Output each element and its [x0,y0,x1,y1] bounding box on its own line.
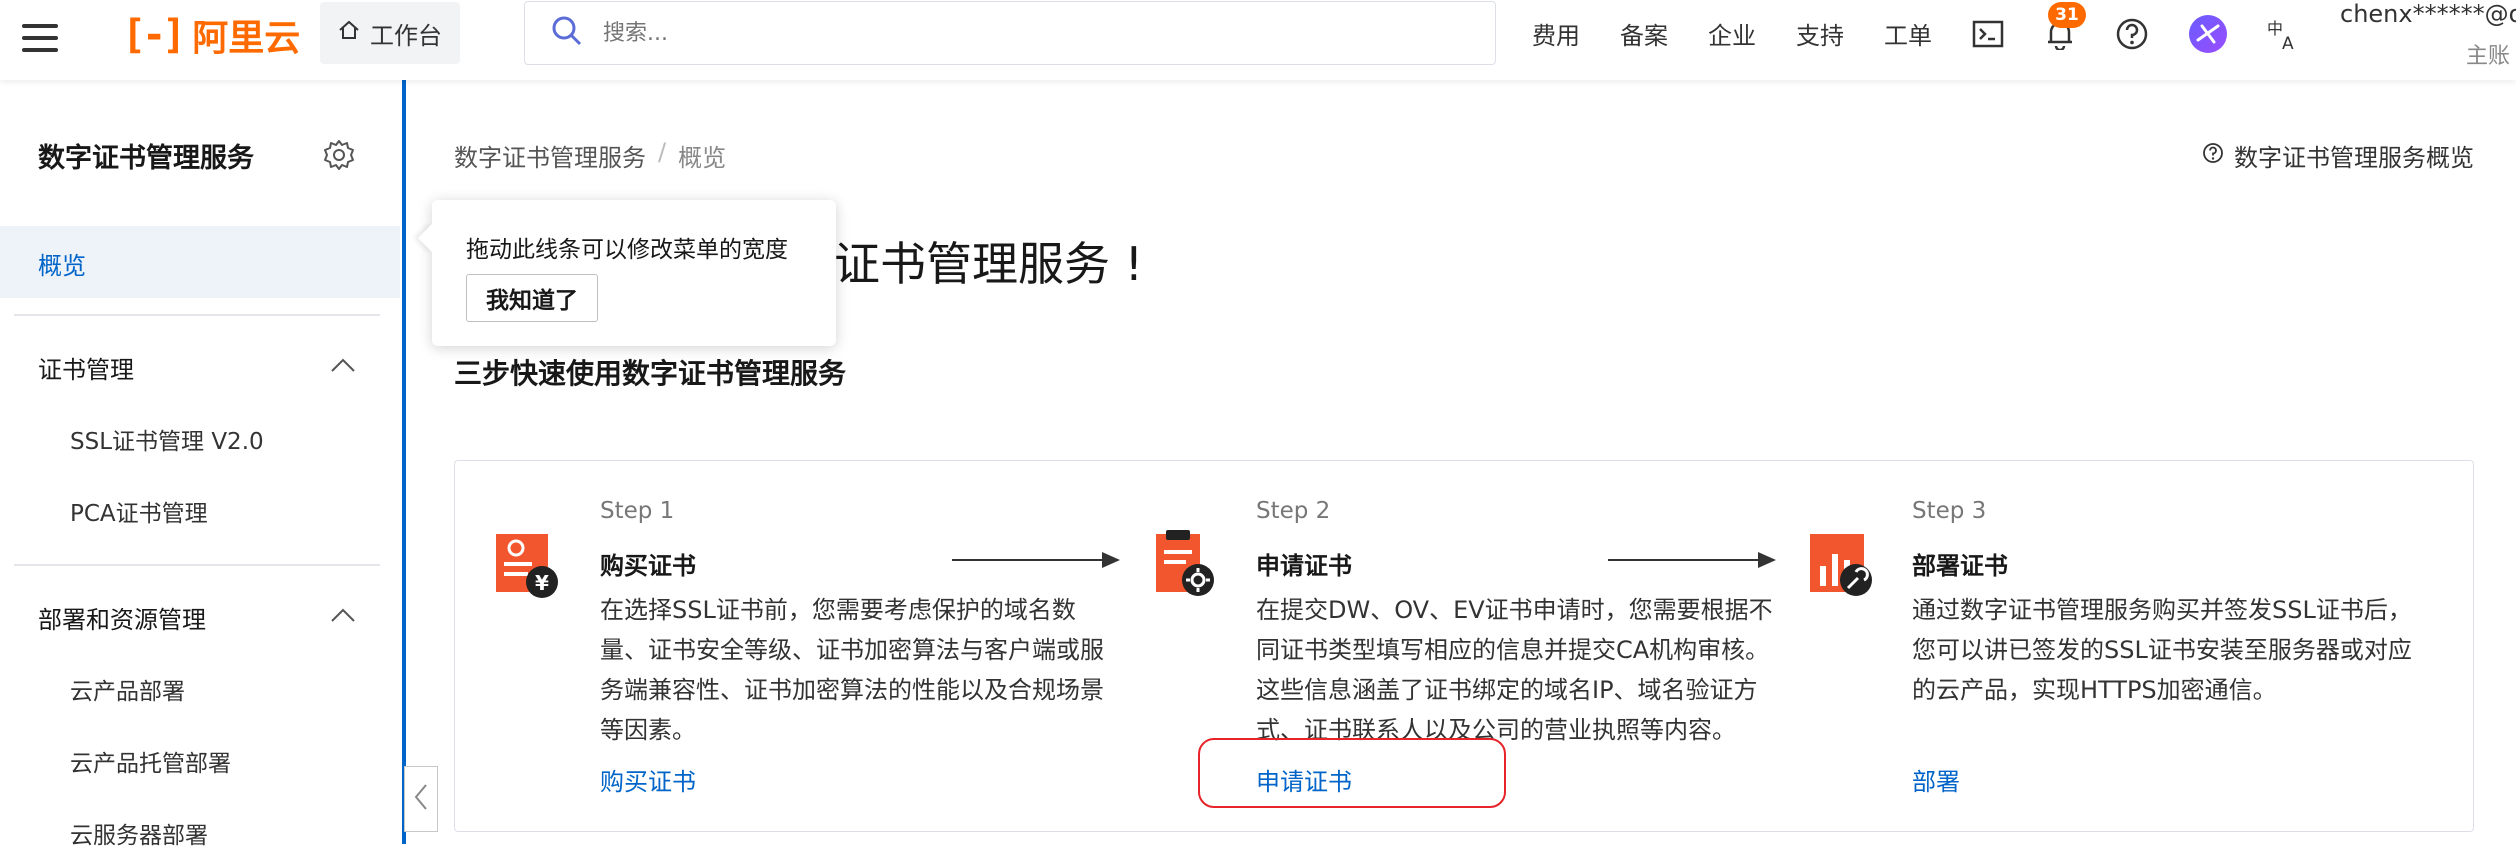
got-it-button[interactable]: 我知道了 [466,274,598,322]
tooltip-text: 拖动此线条可以修改菜单的宽度 [466,237,788,263]
search-input[interactable] [601,19,1461,47]
breadcrumb-separator: / [658,138,667,166]
deploy-cert-icon [1808,530,1876,602]
terminal-icon[interactable] [1968,14,2008,54]
step-1-label: Step 1 [600,498,675,524]
collapse-sidebar-button[interactable] [404,766,438,832]
step-2-description: 在提交DW、OV、EV证书申请时，您需要根据不同证书类型填写相应的信息并提交CA… [1256,596,1773,744]
step-3-description: 通过数字证书管理服务购买并签发SSL证书后，您可以讲已签发的SSL证书安装至服务… [1912,596,2412,704]
divider [14,314,380,316]
step-1-description: 在选择SSL证书前，您需要考虑保护的域名数量、证书安全等级、证书加密算法与客户端… [600,596,1104,744]
home-icon [338,19,360,47]
help-icon[interactable] [2112,14,2152,54]
nav-enterprise[interactable]: 企业 [1708,16,1756,51]
step-2-label: Step 2 [1256,498,1331,524]
step-2-title: 申请证书 [1256,552,1352,580]
sidebar-group-cert-management[interactable]: 证书管理 [38,350,134,385]
divider [14,564,380,566]
help-circle-icon [2202,142,2224,170]
settings-icon[interactable] [322,138,356,172]
nav-billing[interactable]: 费用 [1532,16,1580,51]
sidebar-title: 数字证书管理服务 [38,143,254,174]
sidebar-group-deploy-resources[interactable]: 部署和资源管理 [38,600,206,635]
deploy-link[interactable]: 部署 [1912,762,1960,797]
sidebar-item-label: 概览 [38,252,86,280]
chevron-up-icon[interactable] [330,356,356,374]
sidebar-item-pca-cert[interactable]: PCA证书管理 [70,494,208,528]
sidebar-item-cloud-product-deploy[interactable]: 云产品部署 [70,672,185,706]
nav-ticket[interactable]: 工单 [1884,16,1932,51]
breadcrumb: 数字证书管理服务 / 概览 [454,138,726,173]
svg-text:¥: ¥ [535,571,549,595]
highlight-annotation [1198,738,1506,808]
step-3-title: 部署证书 [1912,552,2008,580]
notification-badge: 31 [2048,2,2086,28]
sidebar: 数字证书管理服务 概览 证书管理 SSL证书管理 V2.0 PCA证书管理 部署… [0,80,400,849]
app-icon[interactable] [2188,14,2228,54]
step-1-title: 购买证书 [600,552,696,580]
chevron-up-icon[interactable] [330,606,356,624]
account-name[interactable]: chenx******@o... [2340,0,2516,28]
svg-text:A: A [2282,34,2294,51]
nav-support[interactable]: 支持 [1796,16,1844,51]
svg-text:中: 中 [2267,19,2283,38]
purchase-cert-link[interactable]: 购买证书 [600,762,696,797]
step-arrow [1608,550,1778,570]
steps-heading: 三步快速使用数字证书管理服务 [454,357,847,390]
step-3-label: Step 3 [1912,498,1987,524]
workbench-button[interactable]: 工作台 [320,2,460,64]
account-role: 主账 [2466,44,2511,69]
logo-mark: [-] [122,12,186,58]
help-link-label: 数字证书管理服务概览 [2234,144,2474,172]
nav-icp-filing[interactable]: 备案 [1620,16,1668,51]
step-arrow [952,550,1122,570]
sidebar-item-overview[interactable]: 概览 [0,226,400,298]
resize-hint-tooltip: 拖动此线条可以修改菜单的宽度 我知道了 [417,200,836,346]
purchase-cert-icon: ¥ [494,530,562,602]
search-icon [551,15,583,51]
tooltip-arrow [417,223,447,253]
search-bar[interactable] [524,1,1496,65]
breadcrumb-current: 概览 [678,144,727,172]
aliyun-logo[interactable]: [-] 阿里云 [122,12,301,59]
sidebar-item-ssl-cert[interactable]: SSL证书管理 V2.0 [70,422,264,456]
apply-cert-icon [1152,528,1220,600]
sidebar-resize-handle[interactable] [402,80,406,844]
chevron-left-icon [413,782,429,816]
sidebar-item-server-deploy[interactable]: 云服务器部署 [70,816,208,850]
logo-text: 阿里云 [192,18,301,59]
welcome-title: 证书管理服务 ! [834,237,1144,291]
translate-icon[interactable]: 中A [2264,14,2304,54]
sidebar-item-managed-deploy[interactable]: 云产品托管部署 [70,744,231,778]
workbench-label: 工作台 [370,21,442,50]
breadcrumb-root[interactable]: 数字证书管理服务 [454,138,646,173]
menu-icon[interactable] [18,16,62,60]
service-overview-link[interactable]: 数字证书管理服务概览 [2202,138,2474,173]
top-navigation-bar: [-] 阿里云 工作台 费用 备案 企业 支持 工单 31 中A chenx**… [0,0,2516,80]
